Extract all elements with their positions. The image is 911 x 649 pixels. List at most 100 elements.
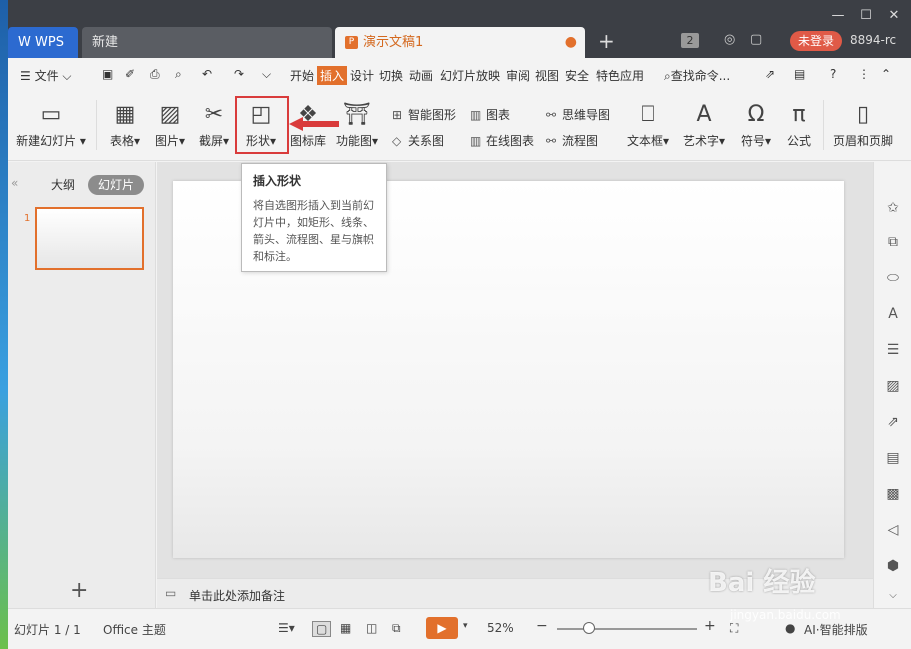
menu-security[interactable]: 安全 bbox=[565, 67, 589, 84]
slide-thumbnail[interactable] bbox=[35, 207, 144, 270]
export-icon[interactable]: ⇗ bbox=[884, 414, 902, 432]
online-chart-icon: ▥ bbox=[470, 134, 482, 148]
customize-icon[interactable]: ⌵ bbox=[262, 67, 271, 82]
header-footer-button[interactable]: ▯ 页眉和页脚 bbox=[830, 102, 896, 149]
pi-icon: π bbox=[792, 102, 806, 127]
more-icon[interactable]: ⋮ bbox=[858, 67, 870, 81]
print-icon[interactable]: ⎙ bbox=[150, 67, 160, 82]
close-icon[interactable]: ✕ bbox=[882, 8, 906, 24]
text-style-icon[interactable]: A bbox=[884, 306, 902, 324]
save-icon[interactable]: ▣ bbox=[102, 67, 113, 81]
wordart-icon: A bbox=[696, 102, 712, 127]
textbox-button[interactable]: ⎕ 文本框▾ bbox=[624, 102, 672, 149]
adjust-icon[interactable]: ☰ bbox=[884, 342, 902, 360]
menu-insert[interactable]: 插入 bbox=[317, 66, 348, 85]
copy-icon[interactable]: ⧉ bbox=[884, 234, 902, 252]
maximize-icon[interactable]: ☐ bbox=[854, 8, 878, 24]
skin-icon[interactable]: ▢ bbox=[750, 32, 762, 47]
zoom-slider-handle[interactable] bbox=[583, 622, 595, 634]
menu-slideshow[interactable]: 幻灯片放映 bbox=[440, 67, 500, 84]
collab-icon[interactable]: ▤ bbox=[794, 67, 805, 81]
wordart-button[interactable]: A 艺术字▾ bbox=[680, 102, 728, 149]
new-slide-icon: ▭ bbox=[40, 102, 62, 127]
tab-slides[interactable]: 幻灯片 bbox=[88, 175, 144, 195]
screenshot-button[interactable]: ✂ 截屏▾ bbox=[194, 102, 234, 149]
menu-file-label: 文件 bbox=[34, 69, 59, 83]
search-command[interactable]: ⌕查找命令... bbox=[664, 67, 730, 84]
menu-home[interactable]: 开始 bbox=[290, 67, 314, 84]
play-button[interactable]: ▶ bbox=[426, 617, 458, 639]
share-icon[interactable]: ⇗ bbox=[765, 67, 775, 81]
menu-file[interactable]: ☰ 文件 ⌵ bbox=[20, 67, 72, 84]
icon-library-button[interactable]: ❖ 图标库 bbox=[288, 102, 328, 149]
chevron-down-icon[interactable]: ⌵ bbox=[884, 590, 902, 608]
zoom-level[interactable]: 52% bbox=[487, 621, 514, 635]
pin-icon[interactable]: ✩ bbox=[884, 200, 902, 218]
ai-layout-button[interactable]: AI·智能排版 bbox=[804, 621, 868, 638]
shape-highlight-box bbox=[235, 96, 289, 154]
help-icon[interactable]: ? bbox=[830, 67, 836, 81]
menu-review[interactable]: 审阅 bbox=[506, 67, 530, 84]
shield-icon[interactable]: ⬢ bbox=[884, 558, 902, 576]
picture-button[interactable]: ▨ 图片▾ bbox=[150, 102, 190, 149]
menu-transition[interactable]: 切换 bbox=[379, 67, 403, 84]
online-chart-button[interactable]: ▥ 在线图表 bbox=[470, 132, 534, 149]
title-bar: — ☐ ✕ W WPS 新建 P 演示文稿1 ● + 2 ◎ ▢ 未登录 889… bbox=[8, 0, 911, 58]
menu-view[interactable]: 视图 bbox=[535, 67, 559, 84]
normal-view-icon[interactable]: ▢ bbox=[312, 621, 332, 637]
icon-library-label: 图标库 bbox=[289, 134, 326, 148]
tab-outline[interactable]: 大纲 bbox=[51, 176, 75, 193]
play-dropdown-icon[interactable]: ▾ bbox=[463, 621, 468, 631]
mindmap-button[interactable]: ⚯ 思维导图 bbox=[546, 106, 610, 123]
tab-document[interactable]: P 演示文稿1 ● bbox=[335, 27, 585, 58]
add-slide-button[interactable]: + bbox=[70, 578, 88, 603]
print-preview-icon[interactable]: ⌕ bbox=[175, 67, 182, 82]
smart-art-button[interactable]: ⊞ 智能图形 bbox=[392, 106, 456, 123]
table-button[interactable]: ▦ 表格▾ bbox=[105, 102, 145, 149]
gallery-icon[interactable]: ▩ bbox=[884, 486, 902, 504]
menu-design[interactable]: 设计 bbox=[350, 67, 374, 84]
wordart-label: 艺术字 bbox=[682, 134, 719, 148]
login-button[interactable]: 未登录 bbox=[790, 31, 842, 51]
collapse-panel-icon[interactable]: « bbox=[11, 176, 18, 190]
undo-icon[interactable]: ↶ bbox=[202, 67, 212, 81]
screenshot-label: 截屏 bbox=[198, 134, 223, 148]
tab-new-label: 新建 bbox=[92, 35, 119, 50]
ai-layout-icon[interactable]: ● bbox=[785, 621, 795, 635]
zoom-slider[interactable] bbox=[557, 628, 697, 630]
menu-animation[interactable]: 动画 bbox=[409, 67, 433, 84]
symbol-button[interactable]: Ω 符号▾ bbox=[736, 102, 776, 149]
fit-window-icon[interactable]: ⛶ bbox=[730, 621, 738, 636]
theme-name[interactable]: Office 主题 bbox=[103, 621, 166, 638]
flowchart-button[interactable]: ⚯ 流程图 bbox=[546, 132, 598, 149]
sorter-view-icon[interactable]: ▦ bbox=[340, 621, 351, 635]
format-painter-icon[interactable]: ✐ bbox=[125, 67, 135, 81]
menu-features[interactable]: 特色应用 bbox=[596, 67, 644, 84]
function-chart-button[interactable]: ⛩ 功能图▾ bbox=[334, 102, 380, 149]
smart-art-label: 智能图形 bbox=[408, 108, 457, 122]
redo-icon[interactable]: ↷ bbox=[234, 67, 244, 81]
notes-toggle-icon[interactable]: ☰▾ bbox=[278, 621, 295, 635]
shape-tooltip: 插入形状 将自选图形插入到当前幻灯片中，如矩形、线条、箭头、流程图、星与旗帜和标… bbox=[241, 163, 387, 272]
relation-button[interactable]: ◇ 关系图 bbox=[392, 132, 444, 149]
chart-button[interactable]: ▥ 图表 bbox=[470, 106, 510, 123]
tab-new[interactable]: 新建 bbox=[82, 27, 332, 58]
presenter-view-icon[interactable]: ⧉ bbox=[392, 621, 401, 636]
zoom-out-icon[interactable]: − bbox=[536, 618, 548, 634]
formula-button[interactable]: π 公式 bbox=[780, 102, 818, 149]
collapse-ribbon-icon[interactable]: ⌃ bbox=[881, 67, 891, 81]
reading-view-icon[interactable]: ◫ bbox=[366, 621, 377, 635]
zoom-in-icon[interactable]: + bbox=[704, 618, 716, 634]
play-icon: ▶ bbox=[437, 621, 447, 635]
window-count-badge[interactable]: 2 bbox=[681, 33, 699, 48]
new-slide-button[interactable]: ▭ 新建幻灯片 ▾ bbox=[14, 102, 88, 149]
new-tab-button[interactable]: + bbox=[598, 29, 615, 53]
shapes-icon[interactable]: ⬭ bbox=[884, 270, 902, 288]
tab-wps-home[interactable]: W WPS bbox=[8, 27, 78, 58]
archive-icon[interactable]: ▤ bbox=[884, 450, 902, 468]
minimize-icon[interactable]: — bbox=[826, 8, 850, 24]
watermark-url: jingyan.baidu.com bbox=[730, 608, 841, 622]
audio-icon[interactable]: ◁ bbox=[884, 522, 902, 540]
cloud-icon[interactable]: ◎ bbox=[724, 32, 735, 47]
image-icon[interactable]: ▨ bbox=[884, 378, 902, 396]
